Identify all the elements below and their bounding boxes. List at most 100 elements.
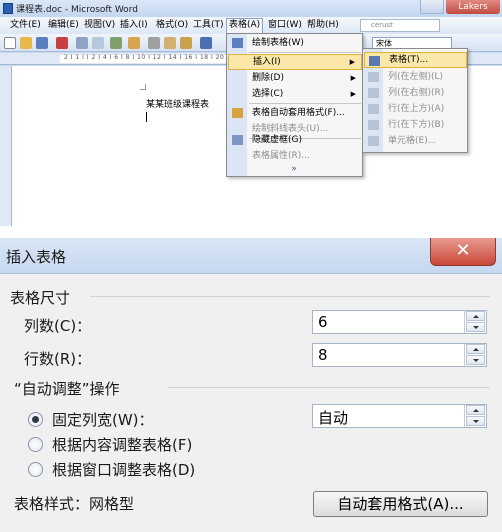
columns-value: 6 [318,313,328,331]
menu-item-autoformat[interactable]: 表格自动套用格式(F)... [228,105,362,121]
margin-corner-mark [140,84,146,90]
dialog-close-button[interactable]: ✕ [430,238,496,266]
fit-contents-radio[interactable] [28,437,43,452]
autoformat-icon [232,108,243,118]
insert-column-right-icon [368,88,379,98]
columns-stepper[interactable]: 6 [312,310,487,334]
menu-insert[interactable]: 插入(I) [120,18,148,33]
rows-increment-button[interactable] [466,344,485,354]
menu-format[interactable]: 格式(O) [156,18,188,33]
menu-edit[interactable]: 编辑(E) [48,18,79,33]
fit-window-radio[interactable] [28,462,43,477]
table-icon [369,56,380,66]
paste-icon[interactable] [180,37,192,49]
menu-window[interactable]: 窗口(W) [268,18,302,33]
submenu-item-row-above: 行(在上方)(A) [364,101,467,117]
fixed-width-radio[interactable] [28,412,43,427]
table-style-label: 表格样式：网格型 [14,495,135,513]
rows-decrement-button[interactable] [466,355,485,365]
spelling-icon[interactable] [110,37,122,49]
word-doc-icon [3,3,13,14]
arrow-down-icon [473,420,479,423]
expand-menu-chevron-icon[interactable]: » [287,163,301,175]
submenu-arrow-icon: ▶ [349,58,355,66]
submenu-arrow-icon: ▶ [350,90,356,98]
print-icon[interactable] [76,37,88,49]
submenu-item-column-right: 列(在右侧)(R) [364,85,467,101]
title-bar: 课程表.doc - Microsoft Word Lakers [0,0,502,17]
columns-decrement-button[interactable] [466,322,485,332]
research-icon[interactable] [128,37,140,49]
menu-item-hide-gridlines[interactable]: 隐藏虚框(G) [228,132,362,148]
menu-table[interactable]: 表格(A) [226,18,264,33]
text-caret [146,112,147,122]
columns-increment-button[interactable] [466,311,485,321]
menu-item-insert[interactable]: 插入(I) ▶ [228,54,362,70]
fixed-width-stepper[interactable]: 自动 [312,404,487,428]
vertical-ruler [0,66,12,226]
insert-row-above-icon [368,104,379,114]
window-close-button[interactable]: Lakers [446,0,500,14]
fit-window-label: 根据窗口调整表格(D) [52,461,196,479]
submenu-item-cells: 单元格(E)... [364,133,467,149]
rows-stepper[interactable]: 8 [312,343,487,367]
submenu-item-column-left: 列(在左侧)(L) [364,69,467,85]
minimize-button[interactable] [420,0,444,14]
insert-table-dialog: 插入表格 ✕ 表格尺寸 列数(C)： 6 行数(R)： 8 “自动调整”操作 固… [0,238,502,532]
menu-item-table-properties: 表格属性(R)... [252,151,310,161]
undo-icon[interactable] [200,37,212,49]
menu-file[interactable]: 文件(E) [10,18,41,33]
word-window: 课程表.doc - Microsoft Word Lakers 文件(E) 编辑… [0,0,502,226]
menu-separator [249,103,361,104]
arrow-down-icon [473,359,479,362]
menu-separator [249,52,361,53]
print-preview-icon[interactable] [92,37,104,49]
insert-column-left-icon [368,72,379,82]
fit-contents-label: 根据内容调整表格(F) [52,436,193,454]
document-text: 某某班级课程表 [146,100,210,110]
menu-item-draw-table[interactable]: 绘制表格(W) [228,35,362,51]
pencil-icon [232,38,243,48]
fixed-width-decrement-button[interactable] [466,416,485,426]
fixed-width-value: 自动 [318,409,349,427]
autoformat-button[interactable]: 自动套用格式(A)... [313,491,488,517]
help-search-input[interactable]: cerust [360,19,440,32]
section-divider [168,387,490,388]
fixed-width-increment-button[interactable] [466,405,485,415]
insert-cells-icon [368,136,379,146]
arrow-up-icon [473,315,479,318]
cut-icon[interactable] [148,37,160,49]
columns-label: 列数(C)： [24,317,92,335]
submenu-item-table[interactable]: 表格(T)... [364,52,467,68]
copy-icon[interactable] [164,37,176,49]
new-document-icon[interactable] [4,37,16,49]
open-folder-icon[interactable] [20,37,32,49]
menu-tools[interactable]: 工具(T) [193,18,224,33]
menu-item-select[interactable]: 选择(C) ▶ [228,86,362,102]
window-title: 课程表.doc - Microsoft Word [16,5,138,15]
insert-row-below-icon [368,120,379,130]
submenu-item-row-below: 行(在下方)(B) [364,117,467,133]
menu-help[interactable]: 帮助(H) [307,18,339,33]
insert-submenu: 表格(T)... 列(在左侧)(L) 列(在右侧)(R) 行(在上方)(A) 行… [362,48,468,153]
gridlines-icon [232,135,243,145]
section-divider [90,296,490,297]
arrow-up-icon [473,409,479,412]
size-section-heading: 表格尺寸 [10,289,71,307]
rows-value: 8 [318,346,328,364]
table-menu: 绘制表格(W) 插入(I) ▶ 删除(D) ▶ 选择(C) ▶ 表格自动套用格式… [226,33,363,177]
menu-item-delete[interactable]: 删除(D) ▶ [228,70,362,86]
save-icon[interactable] [36,37,48,49]
arrow-down-icon [473,326,479,329]
close-icon: ✕ [455,240,471,261]
menu-bar: 文件(E) 编辑(E) 视图(V) 插入(I) 格式(O) 工具(T) 表格(A… [0,17,502,34]
fixed-width-label: 固定列宽(W)： [52,411,154,429]
submenu-arrow-icon: ▶ [350,74,356,82]
dialog-title-bar: 插入表格 ✕ [0,238,502,274]
menu-view[interactable]: 视图(V) [84,18,115,33]
arrow-up-icon [473,348,479,351]
autofit-section-heading: “自动调整”操作 [14,380,120,398]
rows-label: 行数(R)： [24,350,92,368]
dialog-title: 插入表格 [6,248,67,266]
permission-icon[interactable] [56,37,68,49]
